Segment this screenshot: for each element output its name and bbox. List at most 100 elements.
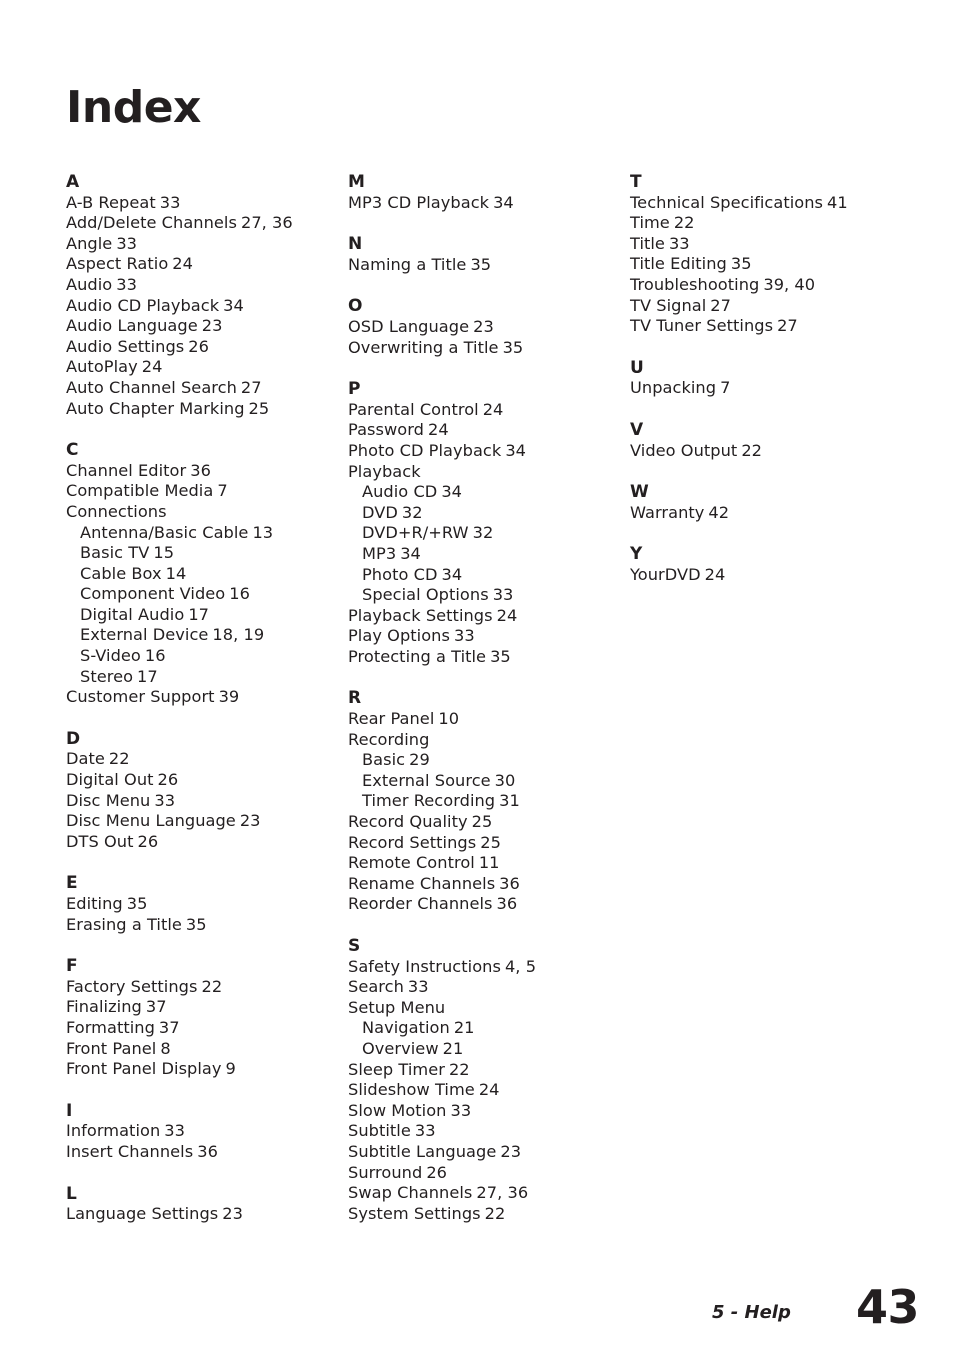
index-entry[interactable]: Title Editing 35: [630, 254, 912, 275]
index-entry[interactable]: Overwriting a Title 35: [348, 338, 630, 359]
index-entry[interactable]: Technical Specifications 41: [630, 193, 912, 214]
index-entry[interactable]: Disc Menu Language 23: [66, 811, 348, 832]
index-sub-entry[interactable]: Photo CD 34: [348, 565, 630, 586]
index-entry[interactable]: Digital Out 26: [66, 770, 348, 791]
index-entry[interactable]: Setup Menu: [348, 998, 630, 1019]
index-entry[interactable]: Recording: [348, 730, 630, 751]
index-entry[interactable]: Slideshow Time 24: [348, 1080, 630, 1101]
index-entry[interactable]: Search 33: [348, 977, 630, 998]
index-entry[interactable]: Language Settings 23: [66, 1204, 348, 1225]
index-entry[interactable]: Rear Panel 10: [348, 709, 630, 730]
index-entry[interactable]: YourDVD 24: [630, 565, 912, 586]
index-entry[interactable]: Insert Channels 36: [66, 1142, 348, 1163]
index-entry-label: Front Panel: [66, 1038, 157, 1058]
index-sub-entry[interactable]: Overview 21: [348, 1039, 630, 1060]
index-sub-entry[interactable]: Basic TV 15: [66, 543, 348, 564]
index-entry[interactable]: Safety Instructions 4, 5: [348, 957, 630, 978]
index-sub-entry[interactable]: Basic 29: [348, 750, 630, 771]
index-entry[interactable]: Warranty 42: [630, 503, 912, 524]
index-entry[interactable]: Playback: [348, 462, 630, 483]
index-entry[interactable]: Front Panel 8: [66, 1039, 348, 1060]
index-entry[interactable]: Auto Chapter Marking 25: [66, 399, 348, 420]
index-sub-entry[interactable]: Timer Recording 31: [348, 791, 630, 812]
index-entry[interactable]: Playback Settings 24: [348, 606, 630, 627]
index-entry[interactable]: Aspect Ratio 24: [66, 254, 348, 275]
index-entry[interactable]: Unpacking 7: [630, 378, 912, 399]
index-entry[interactable]: Reorder Channels 36: [348, 894, 630, 915]
index-entry[interactable]: Remote Control 11: [348, 853, 630, 874]
index-entry[interactable]: OSD Language 23: [348, 317, 630, 338]
index-sub-entry[interactable]: Special Options 33: [348, 585, 630, 606]
index-sub-entry[interactable]: Component Video 16: [66, 584, 348, 605]
index-entry[interactable]: Surround 26: [348, 1163, 630, 1184]
index-sub-entry[interactable]: DVD 32: [348, 503, 630, 524]
index-entry[interactable]: System Settings 22: [348, 1204, 630, 1225]
index-entry[interactable]: MP3 CD Playback 34: [348, 193, 630, 214]
index-sub-entry[interactable]: External Source 30: [348, 771, 630, 792]
section-letter: O: [348, 296, 363, 317]
index-entry[interactable]: Title 33: [630, 234, 912, 255]
index-entry[interactable]: AutoPlay 24: [66, 357, 348, 378]
index-entry[interactable]: Connections: [66, 502, 348, 523]
index-entry[interactable]: Angle 33: [66, 234, 348, 255]
index-entry-pages: 23: [473, 316, 494, 336]
index-entry[interactable]: Information 33: [66, 1121, 348, 1142]
index-entry[interactable]: Disc Menu 33: [66, 791, 348, 812]
index-entry[interactable]: Protecting a Title 35: [348, 647, 630, 668]
index-entry[interactable]: Parental Control 24: [348, 400, 630, 421]
index-entry[interactable]: Subtitle 33: [348, 1121, 630, 1142]
index-entry[interactable]: Password 24: [348, 420, 630, 441]
index-entry[interactable]: Audio Settings 26: [66, 337, 348, 358]
index-sub-entry[interactable]: DVD+R/+RW 32: [348, 523, 630, 544]
index-entry[interactable]: Naming a Title 35: [348, 255, 630, 276]
index-entry[interactable]: Factory Settings 22: [66, 977, 348, 998]
index-entry[interactable]: Slow Motion 33: [348, 1101, 630, 1122]
index-entry[interactable]: Audio CD Playback 34: [66, 296, 348, 317]
index-entry[interactable]: Record Settings 25: [348, 833, 630, 854]
index-sub-entry[interactable]: S-Video 16: [66, 646, 348, 667]
index-entry[interactable]: Auto Channel Search 27: [66, 378, 348, 399]
index-entry[interactable]: Customer Support 39: [66, 687, 348, 708]
index-entry[interactable]: A-B Repeat 33: [66, 193, 348, 214]
index-entry[interactable]: Troubleshooting 39, 40: [630, 275, 912, 296]
index-entry-label: Connections: [66, 501, 167, 521]
index-entry[interactable]: Erasing a Title 35: [66, 915, 348, 936]
index-section-s: S Safety Instructions 4, 5 Search 33 Setup Me…: [348, 936, 630, 1224]
index-entry[interactable]: Video Output 22: [630, 441, 912, 462]
index-entry[interactable]: Record Quality 25: [348, 812, 630, 833]
index-entry[interactable]: Formatting 37: [66, 1018, 348, 1039]
index-entry[interactable]: Add/Delete Channels 27, 36: [66, 213, 348, 234]
index-sub-entry[interactable]: Navigation 21: [348, 1018, 630, 1039]
index-sub-entry[interactable]: MP3 34: [348, 544, 630, 565]
index-sub-entry[interactable]: Stereo 17: [66, 667, 348, 688]
index-entry[interactable]: Audio Language 23: [66, 316, 348, 337]
index-entry[interactable]: Date 22: [66, 749, 348, 770]
index-entry[interactable]: Subtitle Language 23: [348, 1142, 630, 1163]
index-entry[interactable]: TV Tuner Settings 27: [630, 316, 912, 337]
index-entry[interactable]: Time 22: [630, 213, 912, 234]
index-section-c: C Channel Editor 36 Compatible Media 7 Connec…: [66, 440, 348, 708]
index-entry[interactable]: Rename Channels 36: [348, 874, 630, 895]
index-entry[interactable]: Finalizing 37: [66, 997, 348, 1018]
index-entry[interactable]: Channel Editor 36: [66, 461, 348, 482]
index-entry[interactable]: Swap Channels 27, 36: [348, 1183, 630, 1204]
index-entry-label: Play Options: [348, 626, 450, 646]
index-entry-label: Insert Channels: [66, 1141, 194, 1161]
index-entry[interactable]: Editing 35: [66, 894, 348, 915]
index-sub-entry[interactable]: Digital Audio 17: [66, 605, 348, 626]
index-entry[interactable]: TV Signal 27: [630, 296, 912, 317]
index-entry[interactable]: Play Options 33: [348, 626, 630, 647]
index-sub-entry[interactable]: Antenna/Basic Cable 13: [66, 523, 348, 544]
index-entry[interactable]: Front Panel Display 9: [66, 1059, 348, 1080]
index-entry[interactable]: DTS Out 26: [66, 832, 348, 853]
index-sub-entry[interactable]: Audio CD 34: [348, 482, 630, 503]
index-entry-pages: 16: [229, 584, 250, 604]
index-entry-label: Channel Editor: [66, 460, 187, 480]
index-sub-entry[interactable]: External Device 18, 19: [66, 625, 348, 646]
index-entry[interactable]: Audio 33: [66, 275, 348, 296]
index-entry-label: Rear Panel: [348, 709, 435, 729]
index-sub-entry[interactable]: Cable Box 14: [66, 564, 348, 585]
index-entry[interactable]: Photo CD Playback 34: [348, 441, 630, 462]
index-entry[interactable]: Compatible Media 7: [66, 481, 348, 502]
index-entry[interactable]: Sleep Timer 22: [348, 1060, 630, 1081]
